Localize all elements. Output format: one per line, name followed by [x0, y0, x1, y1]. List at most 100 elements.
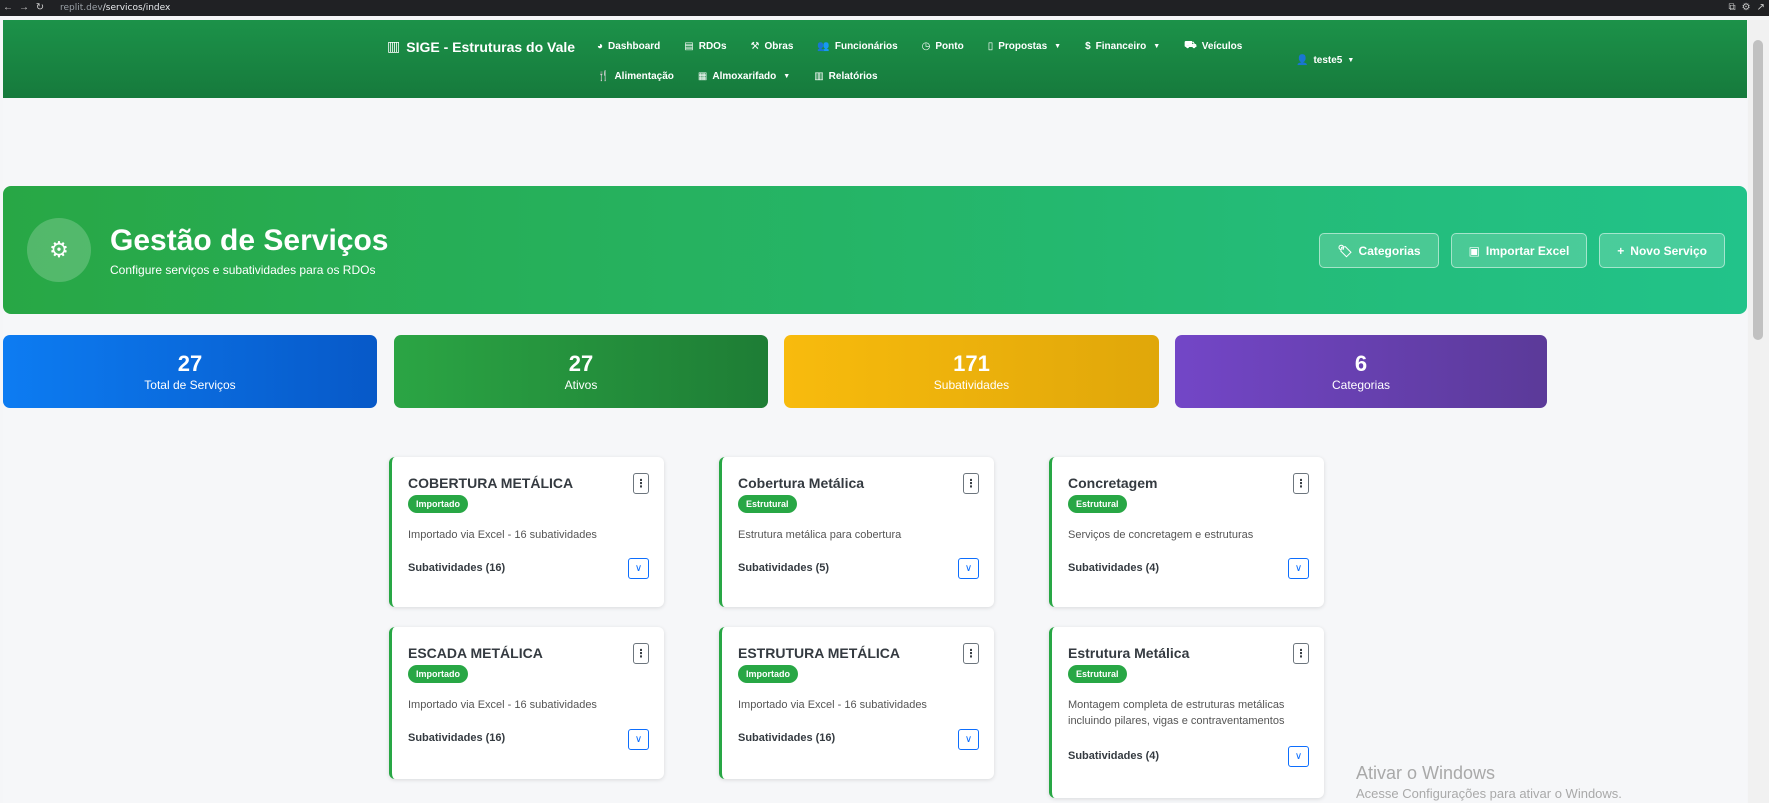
service-card: Concretagem ⋮ Estrutural Serviços de con… [1049, 457, 1324, 607]
service-description: Serviços de concretagem e estruturas [1068, 529, 1254, 541]
more-options-button[interactable]: ⋮ [633, 473, 649, 494]
nav-item-label: Almoxarifado [712, 71, 777, 82]
stat-value: 27 [177, 351, 203, 376]
service-title: COBERTURA METÁLICA [408, 475, 574, 491]
nav-item-obras[interactable]: ⚒ Obras [751, 40, 794, 53]
brand-label: SIGE - Estruturas do Vale [406, 38, 576, 55]
nav-item-dashboard[interactable]: ◕ Dashboard [597, 40, 660, 53]
car-icon: ⛟ [1184, 40, 1197, 51]
expand-subactivities-button[interactable]: ∨ [958, 558, 979, 579]
hammer-icon: ⚒ [750, 41, 760, 52]
windows-activation-title: Ativar o Windows [1356, 763, 1496, 783]
expand-subactivities-button[interactable]: ∨ [1288, 746, 1309, 767]
stat-value: 27 [568, 351, 594, 376]
import-excel-button[interactable]: ▣ Importar Excel [1450, 233, 1588, 268]
service-badge: Importado [408, 665, 468, 683]
utensils-icon: 🍴 [597, 71, 610, 82]
nav-item-funcionarios[interactable]: 👥 Funcionários [817, 40, 897, 53]
windows-activation-subtitle: Acesse Configurações para ativar o Windo… [1356, 786, 1622, 801]
stat-label: Total de Serviços [144, 378, 236, 392]
subactivities-label: Subatividades (4) [1068, 750, 1160, 762]
service-badge: Importado [408, 495, 468, 513]
back-arrow-icon[interactable]: ← [0, 0, 16, 16]
dollar-icon: $ [1085, 41, 1091, 52]
tools-icon[interactable]: ⚙ [1742, 0, 1751, 16]
vertical-scrollbar[interactable] [1748, 20, 1769, 803]
service-description: Estrutura metálica para cobertura [738, 529, 902, 541]
service-title: Cobertura Metálica [738, 475, 865, 491]
nav-item-label: Alimentação [614, 71, 674, 82]
service-card: ESTRUTURA METÁLICA ⋮ Importado Importado… [719, 627, 994, 779]
service-card: ESCADA METÁLICA ⋮ Importado Importado vi… [389, 627, 664, 779]
brand[interactable]: ▥ SIGE - Estruturas do Vale [387, 38, 575, 55]
plus-icon: + [1617, 243, 1625, 258]
cogs-icon: ⚙ [27, 218, 91, 282]
subactivities-label: Subatividades (16) [408, 562, 506, 574]
new-service-button[interactable]: + Novo Serviço [1599, 233, 1725, 268]
clipboard-icon: ▤ [684, 41, 694, 52]
subactivities-label: Subatividades (5) [738, 562, 830, 574]
open-external-icon[interactable]: ↗ [1757, 0, 1765, 16]
more-options-button[interactable]: ⋮ [1293, 473, 1309, 494]
user-name: teste5 [1313, 55, 1343, 66]
stat-value: 6 [1354, 351, 1368, 376]
stat-subactivities: 171 Subatividades [784, 335, 1159, 408]
service-title: ESTRUTURA METÁLICA [738, 645, 901, 661]
page-title: Gestão de Serviços [110, 224, 389, 257]
building-icon: ▥ [387, 38, 401, 54]
chevron-down-icon: ▼ [1153, 43, 1161, 50]
page-subtitle: Configure serviços e subatividades para … [110, 263, 376, 277]
categories-button-label: Categorias [1358, 243, 1421, 258]
chevron-down-icon: ▼ [783, 73, 791, 80]
forward-arrow-icon[interactable]: → [16, 0, 32, 16]
user-menu[interactable]: 👤 teste5 ▼ [1296, 55, 1354, 66]
address-bar[interactable]: replit.dev/servicos/index [60, 3, 170, 13]
extensions-icon[interactable]: ⧉ [1729, 0, 1736, 16]
nav-item-almoxarifado[interactable]: ▦ Almoxarifado ▼ [698, 71, 790, 82]
clock-icon: ◷ [921, 41, 931, 52]
nav-item-veiculos[interactable]: ⛟ Veículos [1184, 40, 1242, 53]
chart-icon: ▥ [814, 71, 824, 82]
dashboard-icon: ◕ [597, 41, 604, 52]
expand-subactivities-button[interactable]: ∨ [628, 729, 649, 750]
nav-item-label: Propostas [998, 41, 1048, 52]
user-icon: 👤 [1296, 55, 1309, 66]
service-title: Estrutura Metálica [1068, 645, 1190, 661]
stat-total-services: 27 Total de Serviços [3, 335, 377, 408]
chevron-down-icon: ▼ [1054, 43, 1062, 50]
browser-toolbar: ← → ↻ replit.dev/servicos/index ⧉ ⚙ ↗ [0, 0, 1769, 16]
expand-subactivities-button[interactable]: ∨ [628, 558, 649, 579]
service-description: Importado via Excel - 16 subatividades [408, 699, 597, 711]
nav-item-financeiro[interactable]: $ Financeiro ▼ [1085, 40, 1160, 53]
stat-label: Ativos [564, 378, 598, 392]
expand-subactivities-button[interactable]: ∨ [958, 729, 979, 750]
expand-subactivities-button[interactable]: ∨ [1288, 558, 1309, 579]
service-card: Estrutura Metálica ⋮ Estrutural Montagem… [1049, 627, 1324, 798]
service-badge: Estrutural [1068, 495, 1127, 513]
reload-icon[interactable]: ↻ [32, 0, 48, 16]
service-card: Cobertura Metálica ⋮ Estrutural Estrutur… [719, 457, 994, 607]
categories-button[interactable]: 🏷 Categorias [1319, 233, 1439, 268]
nav-item-rdos[interactable]: ▤ RDOs [684, 40, 726, 53]
service-title: ESCADA METÁLICA [408, 645, 543, 661]
subactivities-label: Subatividades (4) [1068, 562, 1160, 574]
subactivities-label: Subatividades (16) [738, 732, 836, 744]
service-title: Concretagem [1068, 475, 1158, 491]
stat-label: Categorias [1331, 378, 1391, 392]
service-badge: Estrutural [738, 495, 797, 513]
more-options-button[interactable]: ⋮ [633, 643, 649, 664]
service-badge: Importado [738, 665, 798, 683]
service-description: Importado via Excel - 16 subatividades [408, 529, 597, 541]
nav-item-ponto[interactable]: ◷ Ponto [922, 40, 964, 53]
scrollbar-thumb[interactable] [1753, 40, 1763, 340]
nav-item-propostas[interactable]: ▯ Propostas ▼ [988, 40, 1061, 53]
file-excel-icon: ▣ [1468, 243, 1480, 258]
nav-item-alimentacao[interactable]: 🍴 Alimentação [597, 71, 674, 82]
more-options-button[interactable]: ⋮ [963, 643, 979, 664]
users-icon: 👥 [817, 41, 830, 52]
subactivities-label: Subatividades (16) [408, 732, 506, 744]
stat-label: Subatividades [933, 378, 1010, 392]
more-options-button[interactable]: ⋮ [963, 473, 979, 494]
nav-item-relatorios[interactable]: ▥ Relatórios [814, 71, 877, 82]
more-options-button[interactable]: ⋮ [1293, 643, 1309, 664]
